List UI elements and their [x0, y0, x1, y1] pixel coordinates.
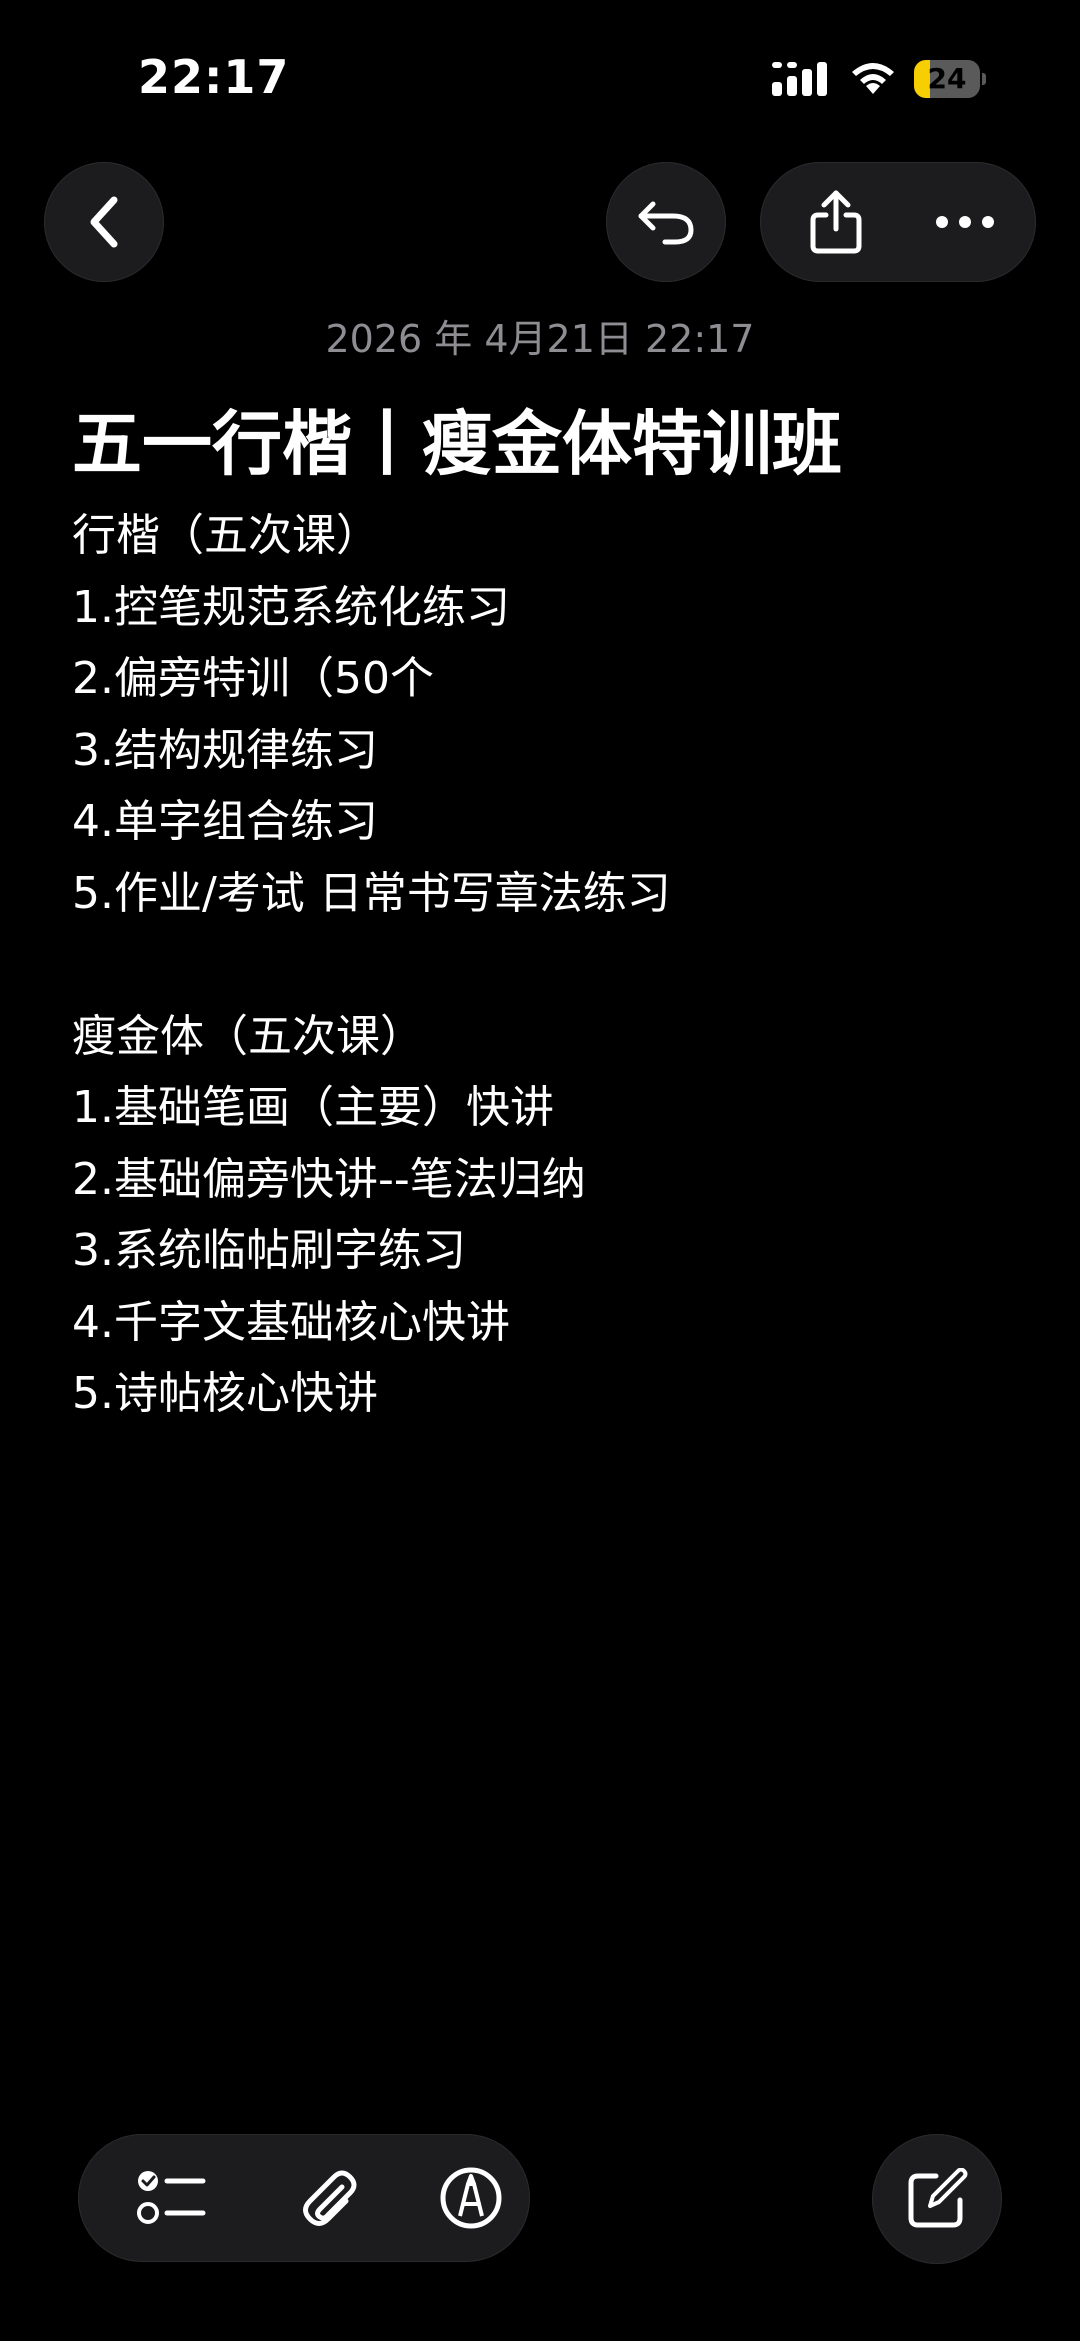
back-button[interactable] [44, 162, 164, 282]
share-more-group [760, 162, 1036, 282]
note-line: 5.作业/考试 日常书写章法练习 [72, 867, 671, 919]
attach-button[interactable] [268, 2134, 388, 2262]
note-line: 行楷（五次课） [72, 510, 380, 561]
share-button[interactable] [786, 162, 886, 282]
compose-icon [906, 2168, 968, 2230]
chevron-left-icon [84, 194, 124, 250]
status-bar: 22:17 24 [0, 0, 1080, 150]
wifi-icon [848, 58, 898, 98]
battery-icon: 24 [914, 60, 986, 98]
note-line-blank [72, 929, 1052, 1001]
note-line: 2.基础偏旁快讲--笔法归纳 [72, 1153, 586, 1205]
status-time: 22:17 [138, 50, 290, 104]
note-line: 4.千字文基础核心快讲 [72, 1296, 510, 1348]
markup-button[interactable] [416, 2134, 526, 2262]
checklist-button[interactable] [112, 2134, 232, 2262]
bottom-toolbar [78, 2134, 530, 2262]
note-line: 3.系统临帖刷字练习 [72, 1225, 466, 1276]
note-body[interactable]: 行楷（五次课） 1.控笔规范系统化练习 2.偏旁特训（50个 3.结构规律练习 … [72, 500, 1052, 1430]
undo-arrow-icon [635, 196, 697, 248]
note-line: 瘦金体（五次课） [72, 1010, 424, 1062]
share-icon [808, 189, 864, 255]
compose-button[interactable] [872, 2134, 1002, 2264]
ellipsis-icon [935, 215, 995, 229]
cellular-signal-icon [772, 60, 830, 98]
battery-level: 24 [927, 62, 967, 95]
note-line: 3.结构规律练习 [72, 724, 378, 776]
markup-pen-icon [439, 2166, 503, 2230]
note-line: 1.基础笔画（主要）快讲 [72, 1082, 554, 1133]
note-title[interactable]: 五一行楷丨瘦金体特训班 [72, 388, 1052, 489]
note-date: 2026 年 4月21日 22:17 [325, 317, 755, 361]
more-button[interactable] [910, 162, 1020, 282]
note-line: 5.诗帖核心快讲 [72, 1368, 378, 1419]
undo-button[interactable] [606, 162, 726, 282]
checklist-icon [137, 2167, 207, 2229]
note-line: 2.偏旁特训（50个 [72, 653, 434, 704]
note-line: 1.控笔规范系统化练习 [72, 581, 510, 633]
note-line: 4.单字组合练习 [72, 796, 378, 847]
paperclip-icon [298, 2167, 358, 2229]
